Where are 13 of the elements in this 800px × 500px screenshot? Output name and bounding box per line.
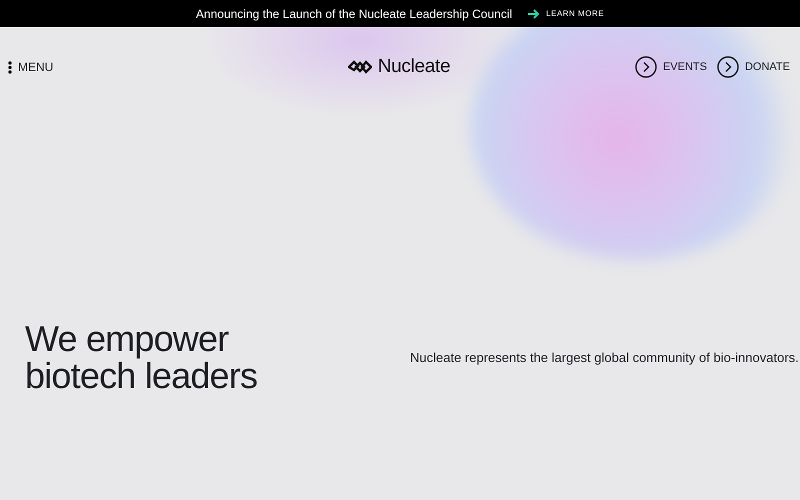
logo[interactable]: Nucleate bbox=[348, 56, 450, 78]
nav-link[interactable]: DONATE bbox=[716, 56, 790, 78]
chevron-circle-icon bbox=[716, 56, 739, 78]
announcement-text: Announcing the Launch of the Nucleate Leadership Council bbox=[196, 6, 512, 20]
logo-icon bbox=[348, 60, 372, 74]
dots-icon bbox=[8, 60, 12, 74]
arrow-icon bbox=[528, 8, 540, 18]
nav-link[interactable]: EVENTS bbox=[634, 56, 707, 78]
learn-more-link[interactable]: LEARN MORE bbox=[528, 8, 604, 18]
hero-tagline: Nucleate represents the largest global community of bio-innovators. bbox=[410, 350, 799, 364]
hero-headline: We empower biotech leaders bbox=[25, 320, 258, 394]
menu-button[interactable]: MENU bbox=[8, 60, 54, 74]
chevron-circle-icon bbox=[634, 56, 657, 78]
